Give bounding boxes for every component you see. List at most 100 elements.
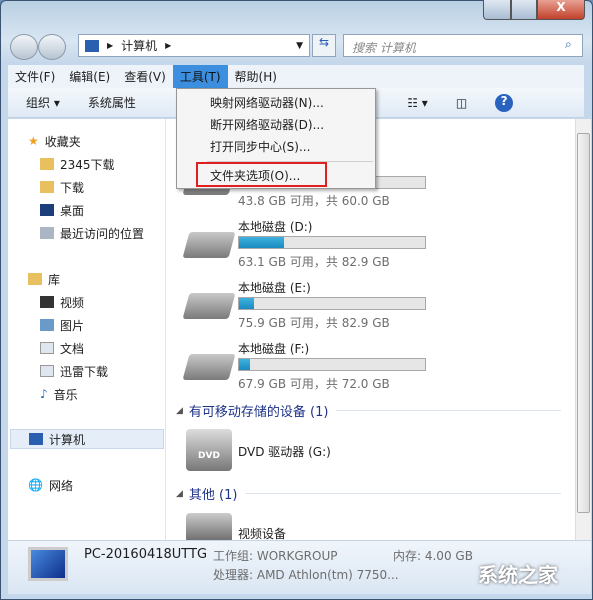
- nav-label: 库: [48, 272, 61, 287]
- menu-tools[interactable]: 工具(T): [172, 65, 228, 88]
- nav-network[interactable]: 🌐 网络: [28, 475, 73, 495]
- drive-name: 本地磁盘 (F:): [238, 342, 310, 356]
- watermark-logo: 系统之家: [478, 563, 558, 587]
- folder-icon: [40, 158, 54, 170]
- network-icon: 🌐: [28, 478, 43, 492]
- collapse-icon[interactable]: ◢: [176, 489, 183, 499]
- navigation-pane: ★ 收藏夹 2345下载 下载 桌面 最近访问的位置 库 视频 图片 文档 迅雷下…: [8, 119, 166, 540]
- menu-item-map-drive[interactable]: 映射网络驱动器(N)...: [210, 94, 324, 111]
- nav-label: 视频: [60, 295, 85, 310]
- usage-bar: [238, 358, 426, 371]
- maximize-button[interactable]: [511, 0, 537, 20]
- group-title: 其他 (1): [188, 488, 238, 503]
- drive-name: 本地磁盘 (D:): [238, 220, 313, 234]
- star-icon: ★: [28, 134, 39, 148]
- memory: 内存: 4.00 GB: [393, 549, 473, 563]
- nav-item[interactable]: 迅雷下载: [40, 361, 108, 381]
- computer-icon: [85, 39, 99, 52]
- menu-file[interactable]: 文件(F): [8, 65, 62, 88]
- usage-bar: [238, 297, 426, 310]
- group-header-other[interactable]: ◢ 其他 (1): [176, 484, 561, 503]
- download-folder-icon: [40, 181, 54, 193]
- forward-button[interactable]: [38, 34, 66, 60]
- nav-label: 最近访问的位置: [60, 226, 145, 241]
- address-bar[interactable]: ▶ 计算机 ▶ ▼: [78, 34, 310, 57]
- nav-label: 计算机: [49, 432, 86, 447]
- nav-item[interactable]: 文档: [40, 338, 84, 358]
- drive-name: DVD 驱动器 (G:): [238, 445, 331, 459]
- minimize-button[interactable]: [483, 0, 511, 20]
- preview-pane-icon[interactable]: ◫: [456, 96, 467, 110]
- menu-item-disconnect-drive[interactable]: 断开网络驱动器(D)...: [210, 116, 324, 133]
- close-button[interactable]: X: [537, 0, 585, 20]
- pc-name: PC-20160418UTTG: [84, 547, 208, 562]
- desktop-icon: [40, 204, 54, 216]
- hard-drive-icon: [182, 232, 236, 258]
- folder-icon: [40, 365, 54, 377]
- usage-fill: [239, 298, 254, 309]
- nav-item[interactable]: 图片: [40, 315, 84, 335]
- vertical-scrollbar[interactable]: [575, 119, 591, 540]
- nav-item[interactable]: 最近访问的位置: [40, 223, 144, 243]
- document-icon: [40, 342, 54, 354]
- drive-free-text: 43.8 GB 可用，共 60.0 GB: [238, 194, 390, 208]
- recent-places-icon: [40, 227, 54, 239]
- picture-icon: [40, 319, 54, 331]
- nav-item[interactable]: 下载: [40, 177, 84, 197]
- view-options-icon[interactable]: ☷ ▾: [407, 96, 428, 110]
- dvd-drive-icon: DVD: [186, 429, 232, 471]
- menu-help[interactable]: 帮助(H): [228, 65, 284, 88]
- nav-label: 下载: [60, 180, 85, 195]
- menu-view[interactable]: 查看(V): [117, 65, 173, 88]
- nav-label: 收藏夹: [44, 134, 81, 149]
- menu-edit[interactable]: 编辑(E): [62, 65, 117, 88]
- breadcrumb-arrow-icon: ▶: [165, 41, 172, 50]
- menu-item-sync-center[interactable]: 打开同步中心(S)...: [210, 138, 310, 155]
- computer-icon: [29, 433, 43, 445]
- nav-label: 图片: [60, 318, 85, 333]
- address-dropdown-icon[interactable]: ▼: [296, 41, 303, 51]
- nav-item[interactable]: 2345下载: [40, 154, 115, 174]
- breadcrumb-computer[interactable]: 计算机: [121, 37, 157, 54]
- nav-label: 迅雷下载: [60, 364, 109, 379]
- nav-label: 桌面: [60, 203, 85, 218]
- video-icon: [40, 296, 54, 308]
- drive-name: 本地磁盘 (E:): [238, 281, 311, 295]
- nav-label: 文档: [60, 341, 85, 356]
- group-header-removable[interactable]: ◢ 有可移动存储的设备 (1): [176, 401, 561, 420]
- nav-item[interactable]: 桌面: [40, 200, 84, 220]
- processor: 处理器: AMD Athlon(tm) 7750...: [213, 568, 399, 582]
- refresh-icon[interactable]: ⇆: [312, 34, 336, 57]
- search-input[interactable]: 搜索 计算机: [343, 34, 583, 57]
- drive-free-text: 75.9 GB 可用，共 82.9 GB: [238, 316, 390, 330]
- organize-button[interactable]: 组织 ▾: [26, 94, 60, 111]
- system-properties-button[interactable]: 系统属性: [88, 94, 136, 111]
- highlight-box: [196, 162, 327, 187]
- usage-fill: [239, 359, 251, 370]
- nav-computer[interactable]: 计算机: [10, 429, 164, 449]
- hard-drive-icon: [182, 293, 236, 319]
- back-button[interactable]: [10, 34, 38, 60]
- tools-dropdown-menu: 映射网络驱动器(N)... 断开网络驱动器(D)... 打开同步中心(S)...…: [176, 88, 376, 189]
- workgroup: 工作组: WORKGROUP: [213, 549, 338, 563]
- camera-icon: [186, 513, 232, 543]
- nav-item[interactable]: ♪ 音乐: [40, 384, 78, 404]
- nav-item[interactable]: 视频: [40, 292, 84, 312]
- search-icon: ⌕: [565, 37, 572, 51]
- menu-bar: 文件(F) 编辑(E) 查看(V) 工具(T) 帮助(H): [8, 65, 584, 88]
- drive-free-text: 67.9 GB 可用，共 72.0 GB: [238, 377, 390, 391]
- nav-favorites[interactable]: ★ 收藏夹: [28, 131, 81, 151]
- drive-free-text: 63.1 GB 可用，共 82.9 GB: [238, 255, 390, 269]
- collapse-icon[interactable]: ◢: [176, 406, 183, 416]
- computer-icon: [28, 547, 68, 581]
- breadcrumb-arrow-icon: ▶: [107, 41, 114, 50]
- scroll-thumb[interactable]: [577, 133, 590, 513]
- usage-bar: [238, 236, 426, 249]
- group-title: 有可移动存储的设备 (1): [188, 405, 329, 420]
- library-icon: [28, 273, 42, 285]
- nav-label: 2345下载: [60, 157, 115, 172]
- nav-label: 音乐: [53, 387, 78, 402]
- help-icon[interactable]: ?: [495, 93, 514, 112]
- usage-fill: [239, 237, 284, 248]
- nav-libraries[interactable]: 库: [28, 269, 60, 289]
